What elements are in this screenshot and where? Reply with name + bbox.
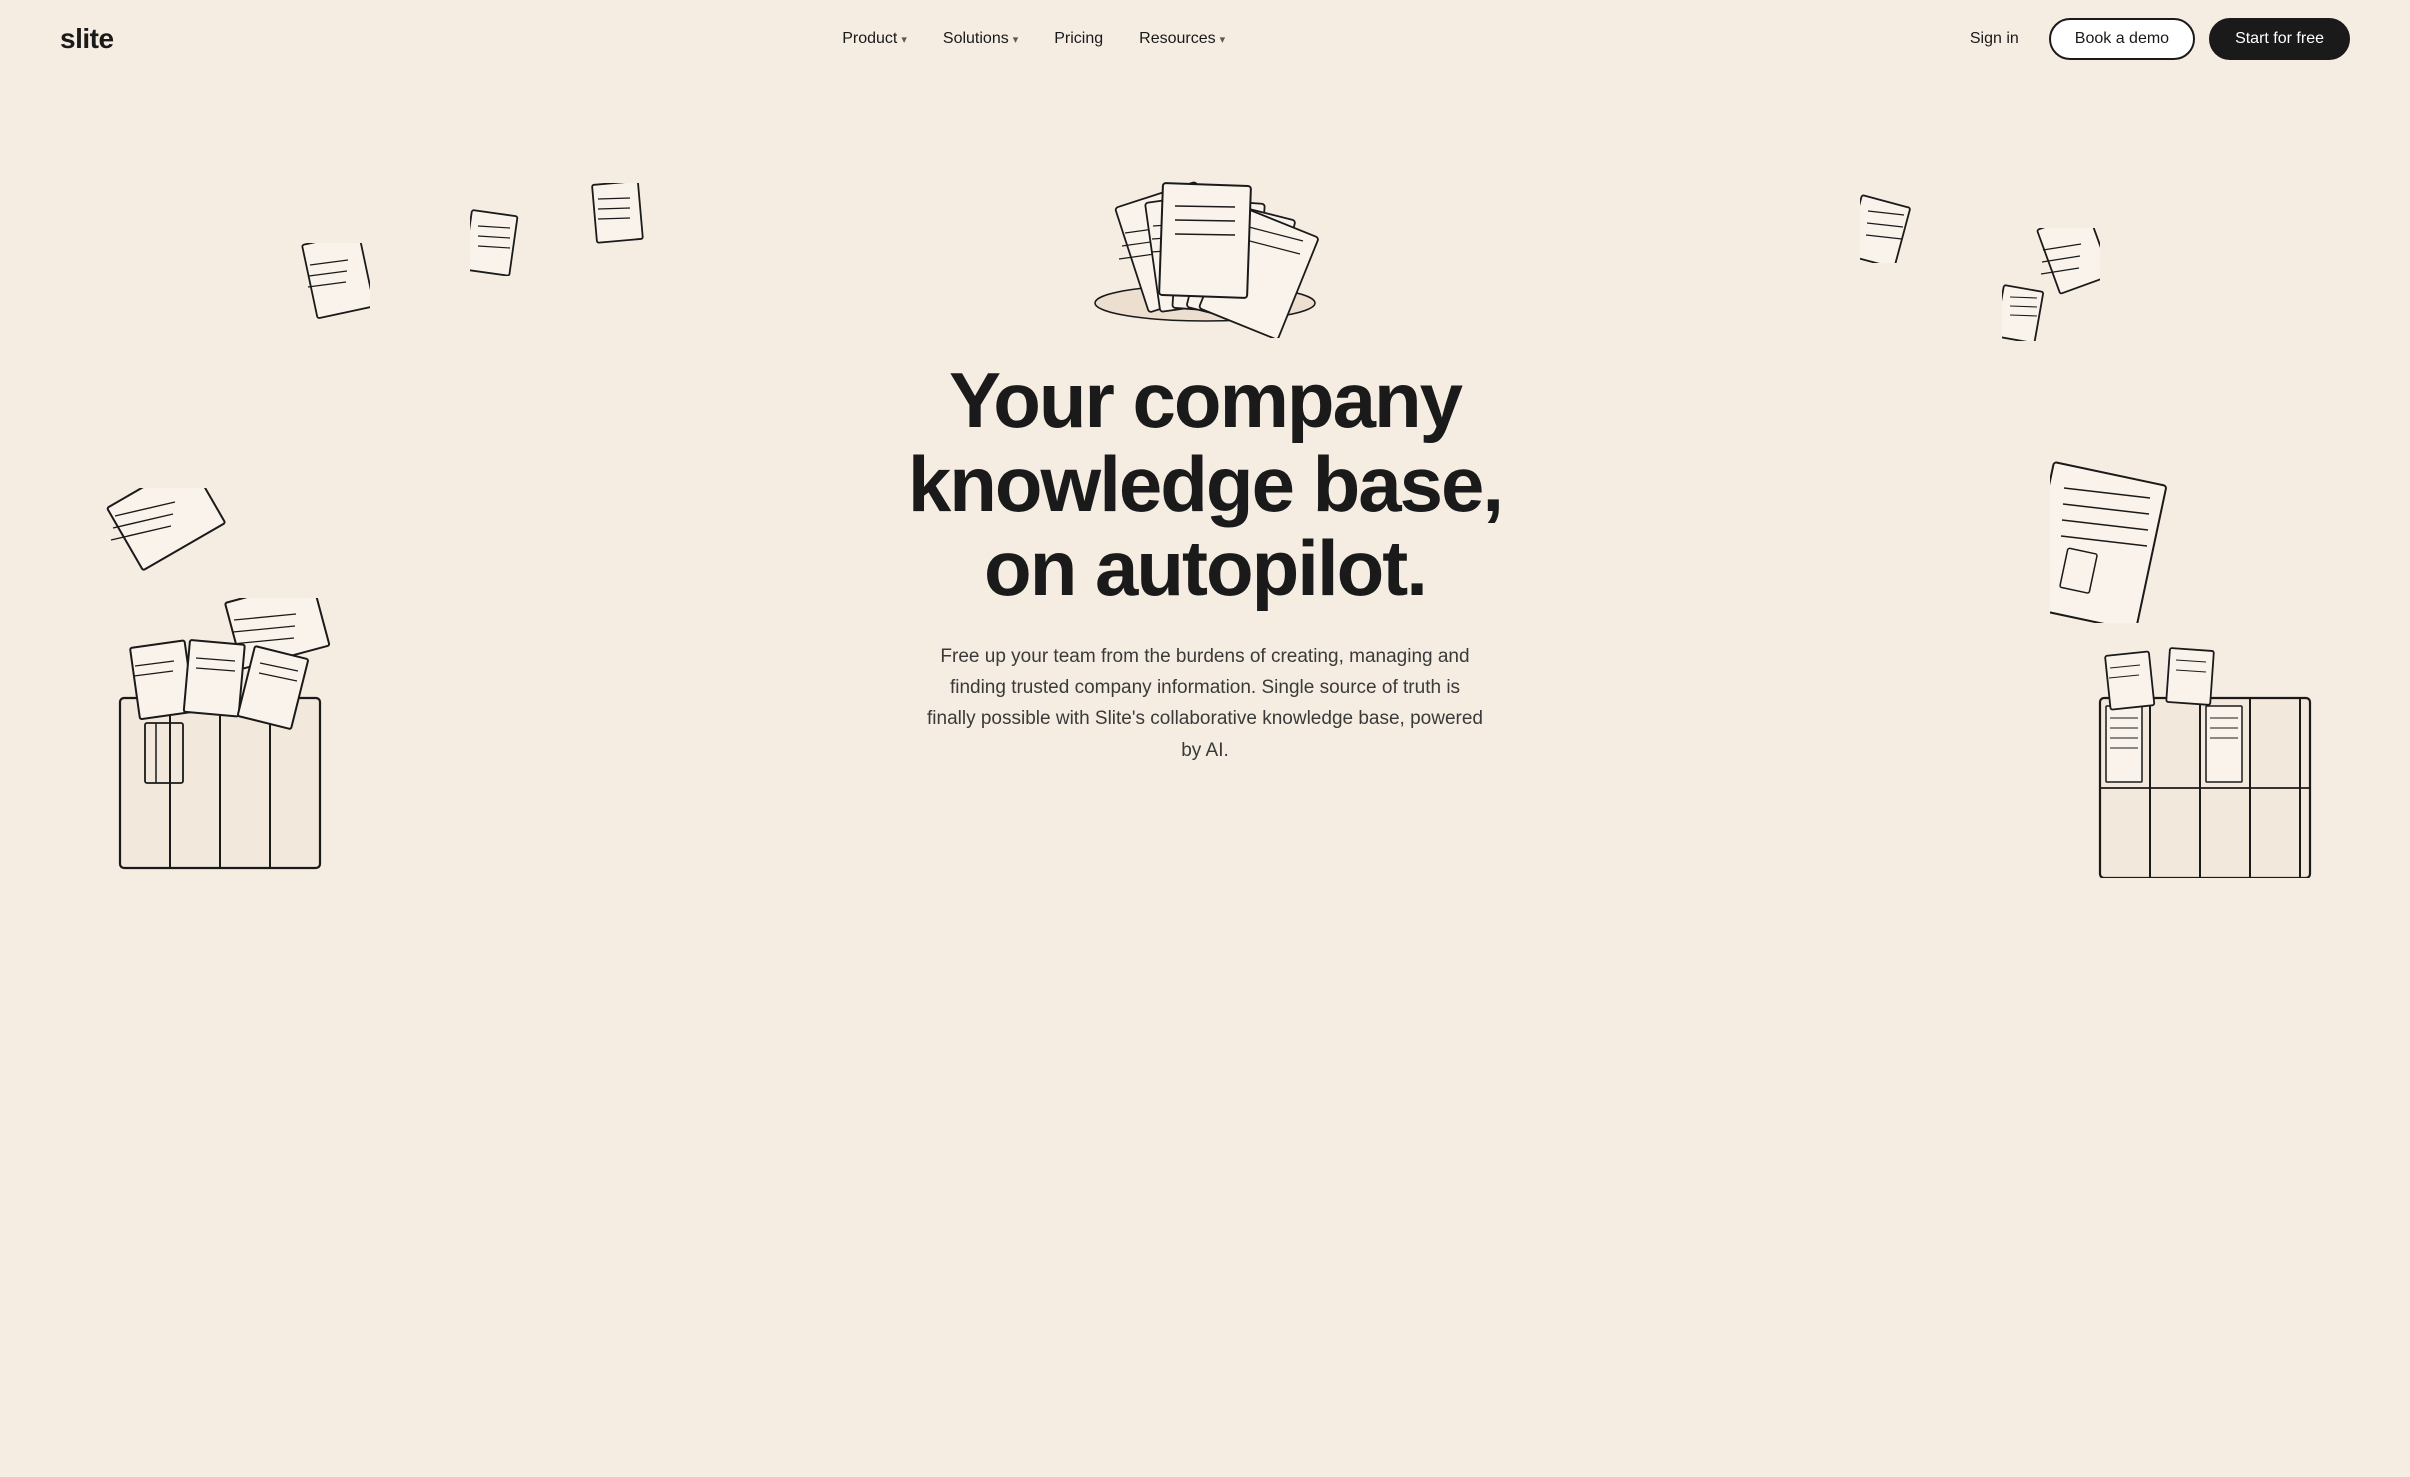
nav-item-pricing[interactable]: Pricing xyxy=(1054,30,1103,48)
floating-paper-2 xyxy=(470,208,525,276)
paper-stack-left xyxy=(60,618,400,878)
logo[interactable]: slite xyxy=(60,23,114,55)
paper-pile-illustration xyxy=(1035,118,1375,338)
nav-link-product[interactable]: Product ▾ xyxy=(842,30,907,48)
hero-title: Your company knowledge base, on autopilo… xyxy=(855,358,1555,611)
nav-link-resources[interactable]: Resources ▾ xyxy=(1139,30,1225,48)
floating-paper-6 xyxy=(2002,283,2050,341)
hero-subtitle: Free up your team from the burdens of cr… xyxy=(925,641,1485,766)
nav-link-pricing[interactable]: Pricing xyxy=(1054,30,1103,48)
hero-text-block: Your company knowledge base, on autopilo… xyxy=(855,358,1555,766)
hero-section: Your company knowledge base, on autopilo… xyxy=(0,78,2410,938)
nav-links: Product ▾ Solutions ▾ Pricing Resources … xyxy=(842,30,1225,48)
floating-paper-7 xyxy=(105,488,235,588)
chevron-down-icon: ▾ xyxy=(1013,33,1019,46)
paper-stack-right xyxy=(2070,638,2370,878)
navbar: slite Product ▾ Solutions ▾ Pricing Reso… xyxy=(0,0,2410,78)
book-demo-button[interactable]: Book a demo xyxy=(2049,18,2195,60)
nav-actions: Sign in Book a demo Start for free xyxy=(1954,18,2350,60)
start-free-button[interactable]: Start for free xyxy=(2209,18,2350,60)
signin-button[interactable]: Sign in xyxy=(1954,20,2035,58)
floating-paper-4 xyxy=(1860,193,1920,263)
chevron-down-icon: ▾ xyxy=(1220,33,1226,46)
illustration-area: Your company knowledge base, on autopilo… xyxy=(0,98,2410,878)
nav-link-solutions[interactable]: Solutions ▾ xyxy=(943,30,1018,48)
floating-paper-3 xyxy=(590,183,645,248)
nav-item-product[interactable]: Product ▾ xyxy=(842,30,907,48)
floating-paper-1 xyxy=(300,243,370,328)
chevron-down-icon: ▾ xyxy=(901,33,907,46)
nav-item-resources[interactable]: Resources ▾ xyxy=(1139,30,1225,48)
floating-paper-9 xyxy=(2050,458,2190,623)
nav-item-solutions[interactable]: Solutions ▾ xyxy=(943,30,1018,48)
